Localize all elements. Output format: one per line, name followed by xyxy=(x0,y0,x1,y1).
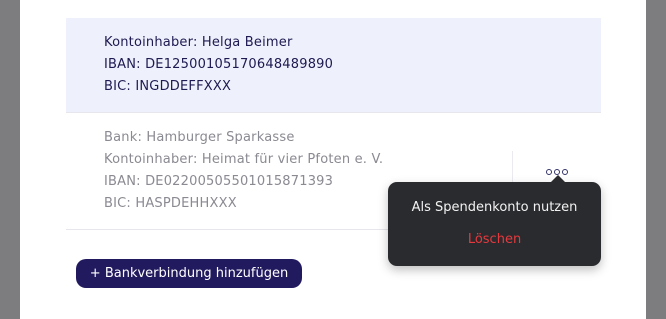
popup-arrow xyxy=(551,175,565,182)
account-holder-text: Kontoinhaber: Helga Beimer xyxy=(104,35,293,50)
delete-menu-item[interactable]: Löschen xyxy=(388,232,601,247)
account-holder-text: Kontoinhaber: Heimat für vier Pfoten e. … xyxy=(104,152,384,167)
add-bank-account-button[interactable]: + Bankverbindung hinzufügen xyxy=(76,259,302,288)
bic-text: BIC: INGDDEFFXXX xyxy=(104,79,232,94)
iban-text: IBAN: DE12500105170648489890 xyxy=(104,57,334,72)
bank-account-card-selected[interactable]: Kontoinhaber: Helga Beimer IBAN: DE12500… xyxy=(66,18,601,112)
bank-accounts-dialog: Kontoinhaber: Helga Beimer IBAN: DE12500… xyxy=(20,0,646,319)
bank-name-text: Bank: Hamburger Sparkasse xyxy=(104,130,295,145)
account-context-menu: Als Spendenkonto nutzen Löschen xyxy=(388,175,601,266)
use-as-donation-account-menu-item[interactable]: Als Spendenkonto nutzen xyxy=(388,200,601,215)
